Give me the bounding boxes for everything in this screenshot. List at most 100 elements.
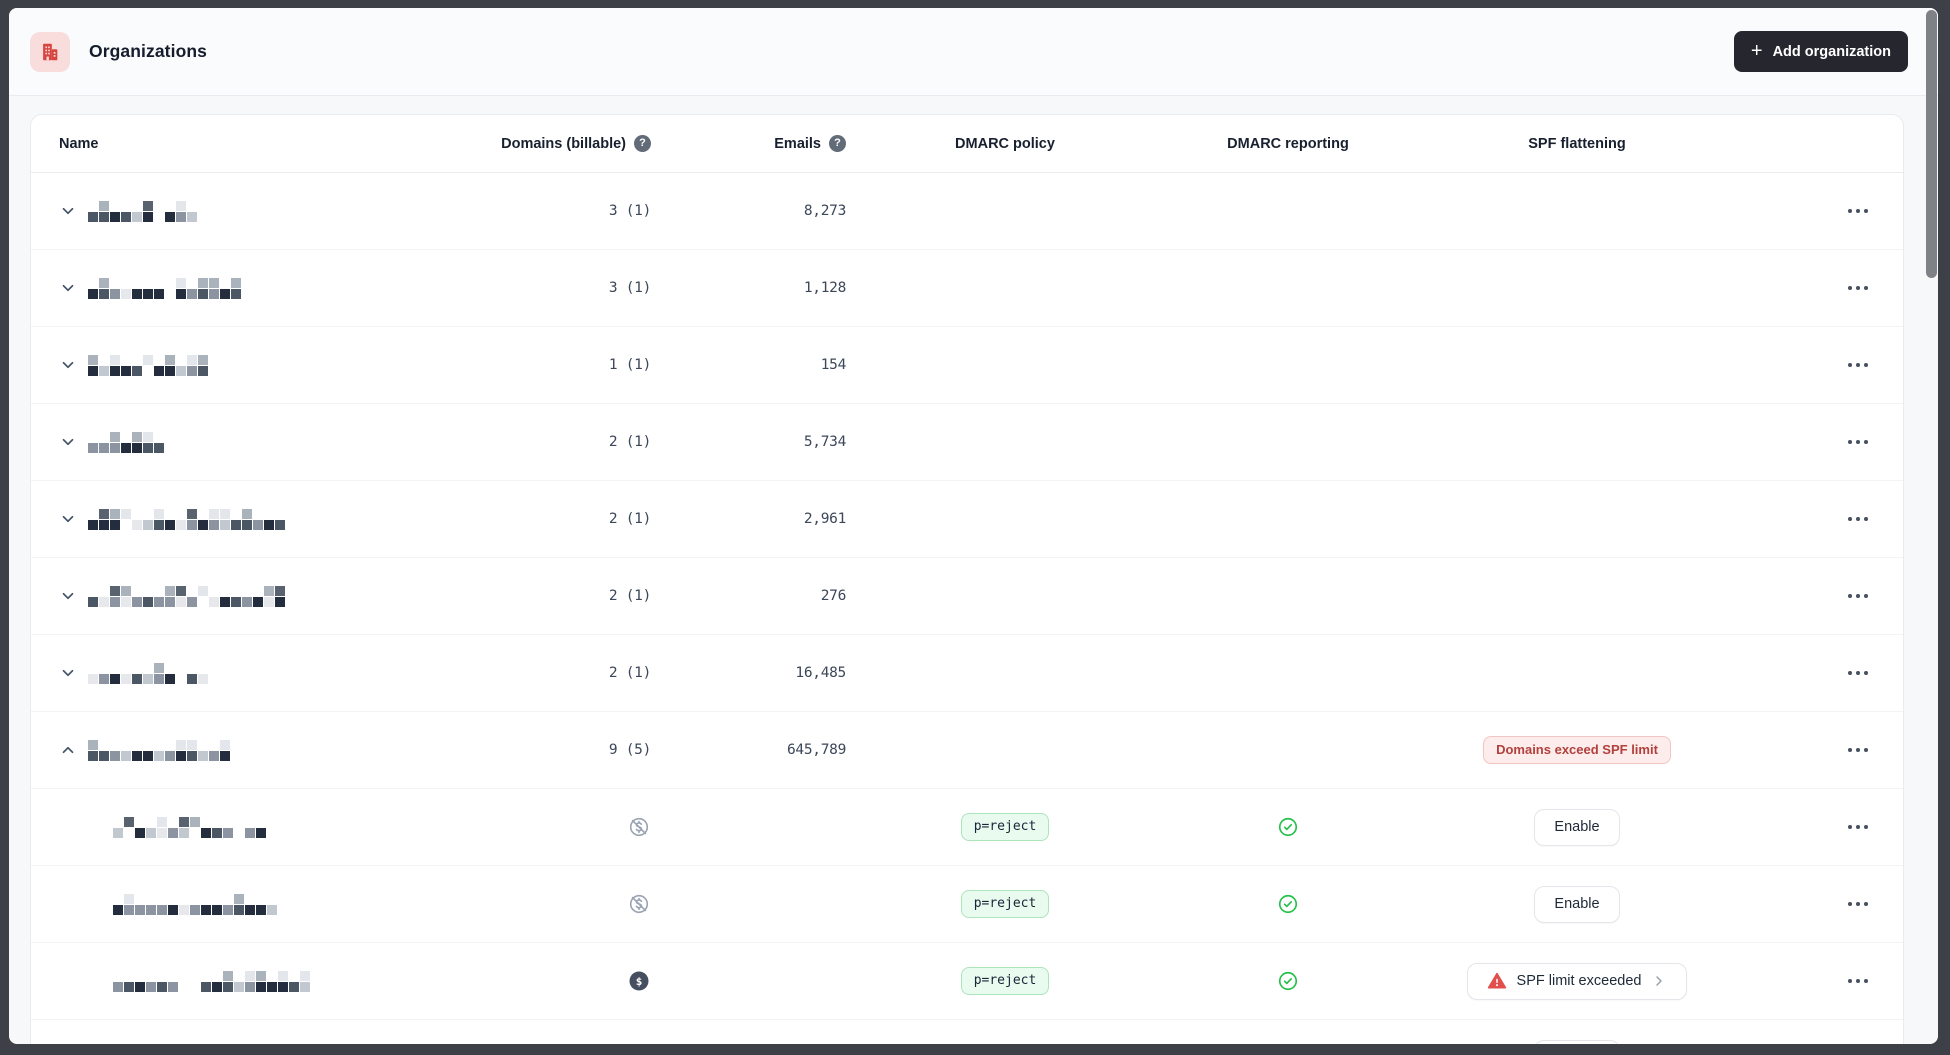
- redacted-name: [88, 431, 164, 453]
- ellipsis-icon: [1847, 900, 1869, 908]
- organization-row[interactable]: 2 (1) 16,485: [31, 635, 1903, 712]
- chevron-down-icon[interactable]: [59, 279, 77, 297]
- domains-count: 1 (1): [479, 357, 651, 373]
- add-organization-button[interactable]: + Add organization: [1733, 31, 1908, 72]
- row-menu-button[interactable]: [1841, 971, 1875, 991]
- organization-row[interactable]: 9 (5) 645,789 Domains exceed SPF limit: [31, 712, 1903, 789]
- add-organization-label: Add organization: [1772, 43, 1891, 60]
- emails-count: 5,734: [651, 434, 846, 450]
- billable-cell: [479, 892, 651, 916]
- actions-cell: [1742, 278, 1875, 298]
- emails-count: 154: [651, 357, 847, 373]
- organization-name: [59, 277, 241, 299]
- column-header-spf-flattening: SPF flattening: [1528, 135, 1626, 152]
- enable-label: Enable: [1554, 896, 1600, 912]
- organizations-building-icon: [30, 31, 70, 72]
- organization-row[interactable]: 2 (1) 5,734: [31, 404, 1903, 481]
- emails-count-value: 5,734: [803, 434, 846, 450]
- ellipsis-icon: [1847, 977, 1869, 985]
- spf-exceeded-badge: Domains exceed SPF limit: [1483, 736, 1671, 764]
- emails-count: 1,128: [651, 280, 846, 296]
- domains-count-value: 2 (1): [608, 511, 651, 527]
- window-frame: Organizations + Add organization Name Do…: [0, 0, 1950, 1055]
- organization-name: [59, 739, 230, 761]
- emails-count-value: 2,961: [803, 511, 846, 527]
- redacted-name: [88, 662, 208, 684]
- actions-cell: [1742, 432, 1875, 452]
- dollar-off-icon: [627, 815, 651, 839]
- actions-cell: [1742, 894, 1875, 914]
- row-menu-button[interactable]: [1841, 817, 1875, 837]
- actions-cell: [1742, 663, 1875, 683]
- chevron-up-icon[interactable]: [59, 741, 77, 759]
- row-menu-button[interactable]: [1841, 586, 1875, 606]
- redacted-name: [88, 585, 285, 607]
- scrollbar[interactable]: [1926, 10, 1937, 278]
- name-cell: [59, 970, 479, 992]
- app-window: Organizations + Add organization Name Do…: [9, 8, 1938, 1044]
- enable-spf-button[interactable]: Enable: [1534, 1039, 1620, 1044]
- row-menu-button[interactable]: [1841, 894, 1875, 914]
- check-circle-icon: [1277, 816, 1299, 838]
- dmarc-reporting-cell: [1164, 970, 1412, 992]
- organizations-table: Name Domains (billable) ? Emails ? DMARC…: [30, 114, 1904, 1044]
- name-cell: [59, 200, 479, 222]
- domains-count: 2 (1): [479, 511, 651, 527]
- row-menu-button[interactable]: [1841, 201, 1875, 221]
- row-menu-button[interactable]: [1841, 740, 1875, 760]
- domain-row[interactable]: $ p=reject SPF limit exceeded: [31, 943, 1903, 1020]
- chevron-right-icon: [1651, 973, 1667, 989]
- row-menu-button[interactable]: [1841, 355, 1875, 375]
- billable-cell: $: [479, 969, 651, 993]
- help-icon[interactable]: ?: [634, 135, 651, 152]
- name-cell: [59, 354, 479, 376]
- emails-count-value: 16,485: [795, 665, 846, 681]
- warning-icon: [1487, 971, 1507, 991]
- domains-count-value: 2 (1): [608, 665, 651, 681]
- column-header-dmarc-reporting: DMARC reporting: [1227, 135, 1349, 152]
- column-header-name: Name: [59, 135, 99, 152]
- help-icon[interactable]: ?: [829, 135, 846, 152]
- organization-row[interactable]: 2 (1) 2,961: [31, 481, 1903, 558]
- enable-spf-button[interactable]: Enable: [1534, 808, 1620, 846]
- chevron-down-icon[interactable]: [59, 202, 77, 220]
- ellipsis-icon: [1847, 592, 1869, 600]
- domains-count: 3 (1): [479, 280, 651, 296]
- organization-row[interactable]: 1 (1) 154: [31, 327, 1903, 404]
- organization-row[interactable]: 2 (1) 276: [31, 558, 1903, 635]
- organization-row[interactable]: 3 (1) 1,128: [31, 250, 1903, 327]
- organization-name: [59, 508, 285, 530]
- domain-row[interactable]: p=rejectEnable: [31, 1020, 1903, 1044]
- dmarc-policy-badge: p=reject: [960, 967, 1050, 995]
- emails-count-value: 154: [820, 357, 847, 373]
- chevron-down-icon[interactable]: [59, 510, 77, 528]
- row-menu-button[interactable]: [1841, 432, 1875, 452]
- domains-count-value: 9 (5): [608, 742, 651, 758]
- organization-row[interactable]: 3 (1) 8,273: [31, 173, 1903, 250]
- chevron-down-icon[interactable]: [59, 664, 77, 682]
- dollar-icon: $: [627, 969, 651, 993]
- enable-spf-button[interactable]: Enable: [1534, 885, 1620, 923]
- domain-name: [59, 970, 310, 992]
- spf-limit-exceeded-button[interactable]: SPF limit exceeded: [1466, 962, 1688, 1000]
- chevron-down-icon[interactable]: [59, 587, 77, 605]
- billable-cell: [479, 815, 651, 839]
- table-body: 3 (1) 8,273 3 (1) 1,128 1 (1) 154 2 (1) 5,734 2 …: [31, 173, 1903, 1044]
- domain-row[interactable]: p=rejectEnable: [31, 866, 1903, 943]
- emails-count-value: 1,128: [803, 280, 846, 296]
- ellipsis-icon: [1847, 669, 1869, 677]
- row-menu-button[interactable]: [1841, 278, 1875, 298]
- domains-count-value: 2 (1): [608, 434, 651, 450]
- name-cell: [59, 739, 479, 761]
- check-circle-icon: [1277, 893, 1299, 915]
- dmarc-policy-cell: p=reject: [846, 813, 1164, 841]
- chevron-down-icon[interactable]: [59, 433, 77, 451]
- spf-flattening-cell: Enable: [1412, 1039, 1742, 1044]
- domain-row[interactable]: p=reject Enable: [31, 789, 1903, 866]
- row-menu-button[interactable]: [1841, 509, 1875, 529]
- actions-cell: [1742, 586, 1875, 606]
- chevron-down-icon[interactable]: [59, 356, 77, 374]
- row-menu-button[interactable]: [1841, 663, 1875, 683]
- redacted-name: [88, 200, 197, 222]
- emails-count: 2,961: [651, 511, 846, 527]
